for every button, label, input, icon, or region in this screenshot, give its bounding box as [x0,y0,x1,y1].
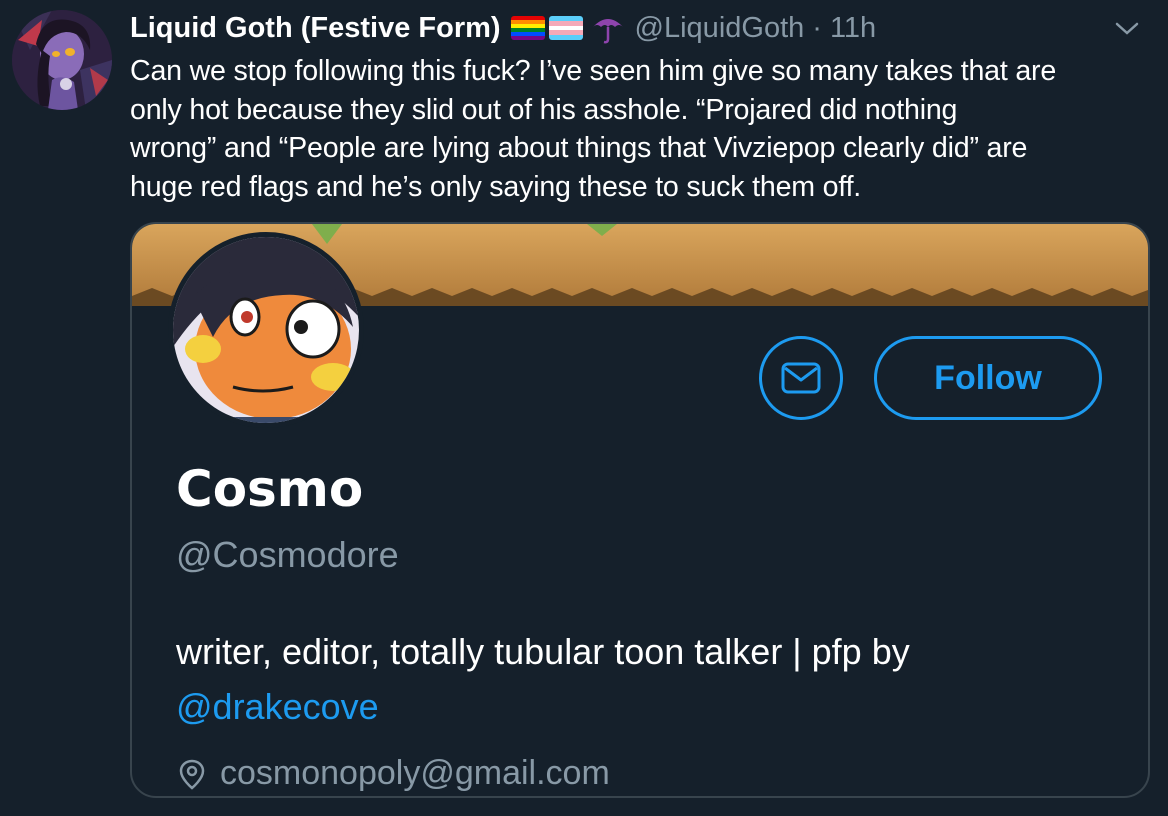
tweet[interactable]: Liquid Goth (Festive Form) @LiquidGoth ·… [0,0,1168,816]
tweet-text-line: huge red flags and he’s only saying thes… [130,170,862,203]
rainbow-flag-icon [510,16,545,40]
author-avatar[interactable] [12,10,112,110]
tweet-text-line: Can we stop following this fuck? I’ve se… [130,55,1057,87]
bio-text: writer, editor, totally tubular toon tal… [176,631,910,672]
tweet-header: Liquid Goth (Festive Form) @LiquidGoth ·… [130,8,876,48]
profile-display-name: Cosmo [176,460,364,518]
tweet-timestamp[interactable]: 11h [830,12,876,45]
name-badges [510,11,625,45]
location-pin-icon [179,759,205,790]
tweet-text-line: wrong” and “People are lying about thing… [130,132,1028,164]
profile-location: cosmonopoly@gmail.com [176,754,610,793]
chevron-down-icon[interactable] [1114,18,1140,38]
bio-mention-link[interactable]: @drakecove [176,679,1116,734]
umbrella-icon [591,11,625,45]
follow-button[interactable]: Follow [874,336,1102,420]
profile-bio: writer, editor, totally tubular toon tal… [176,624,1116,734]
envelope-icon [781,362,821,394]
separator-dot: · [812,11,822,44]
trans-flag-icon [548,16,583,40]
author-display-name[interactable]: Liquid Goth (Festive Form) [130,12,501,45]
tweet-text-line: only hot because they slid out of his as… [130,93,958,126]
author-handle[interactable]: @LiquidGoth [635,12,805,45]
message-button[interactable] [759,336,843,420]
location-text: cosmonopoly@gmail.com [220,754,610,792]
profile-avatar[interactable] [168,232,364,428]
attached-profile-screenshot[interactable]: Follow Cosmo @Cosmodore writer, editor, … [130,222,1150,798]
profile-handle: @Cosmodore [176,534,399,575]
tweet-text: Can we stop following this fuck? I’ve se… [130,52,1150,206]
